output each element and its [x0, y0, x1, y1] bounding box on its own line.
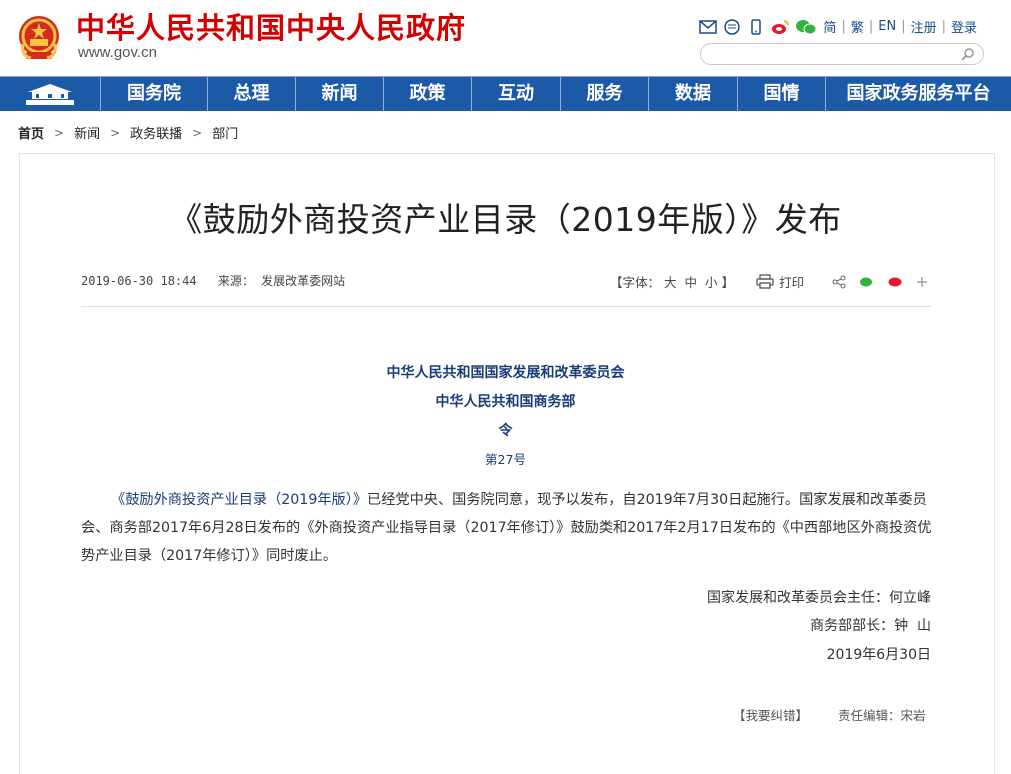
breadcrumb-department[interactable]: 部门	[212, 123, 238, 142]
font-size-label: 【字体：	[610, 275, 661, 290]
signature-ndrc: 国家发展和改革委员会主任：何立峰	[707, 590, 931, 606]
mobile-icon[interactable]	[747, 18, 765, 35]
issuer-mofcom: 中华人民共和国商务部	[435, 394, 576, 410]
font-size-small[interactable]: 小	[705, 275, 718, 290]
nav-premier[interactable]: 总理	[208, 77, 296, 111]
nav-service[interactable]: 服务	[561, 77, 649, 111]
weibo-icon[interactable]	[771, 19, 790, 35]
breadcrumb-home[interactable]: 首页	[18, 123, 44, 142]
nav-guowuyuan[interactable]: 国务院	[101, 77, 208, 111]
site-title[interactable]: 中华人民共和国中央人民政府	[76, 10, 466, 46]
breadcrumb-gov-broadcast[interactable]: 政务联播	[130, 123, 182, 142]
login-link[interactable]: 登录	[951, 17, 977, 36]
search-box	[700, 43, 984, 65]
plus-icon[interactable]	[916, 276, 928, 288]
article-footer: 【我要纠错】 责任编辑：宋岩	[733, 705, 926, 724]
print-button[interactable]: 打印	[756, 272, 804, 291]
issuer-ndrc: 中华人民共和国国家发展和改革委员会	[386, 365, 625, 381]
share-icon[interactable]	[832, 275, 846, 289]
nav-national-info[interactable]: 国情	[738, 77, 826, 111]
search-input[interactable]	[711, 45, 965, 65]
meta-divider	[81, 306, 931, 307]
catalog-link[interactable]: 《鼓励外商投资产业目录（2019年版）》	[111, 492, 367, 508]
chevron-right-icon: >	[110, 125, 121, 140]
font-size-switcher: 【字体：大中小】	[610, 272, 734, 291]
article-meta: 2019-06-30 18:44 来源： 发展改革委网站	[81, 272, 345, 289]
font-size-close: 】	[721, 275, 735, 290]
weibo-share-icon[interactable]	[888, 277, 902, 287]
wechat-icon[interactable]	[795, 19, 817, 35]
register-link[interactable]: 注册	[911, 17, 937, 36]
responsible-editor: 责任编辑：宋岩	[838, 708, 926, 723]
chevron-right-icon: >	[54, 125, 65, 140]
mail-icon[interactable]	[699, 19, 718, 35]
share-bar	[832, 275, 942, 289]
font-size-medium[interactable]: 中	[685, 275, 698, 290]
signature-mofcom: 商务部部长：钟 山	[810, 618, 931, 634]
printer-icon	[756, 274, 774, 289]
site-header: 中华人民共和国中央人民政府 www.gov.cn 简 | 繁 | EN | 注册…	[0, 0, 1011, 76]
breadcrumb: 首页 > 新闻 > 政务联播 > 部门	[18, 123, 238, 143]
nav-home[interactable]	[0, 77, 101, 111]
chat-icon[interactable]	[723, 18, 741, 35]
breadcrumb-news[interactable]: 新闻	[74, 123, 100, 142]
report-error-link[interactable]: 【我要纠错】	[733, 708, 808, 723]
national-emblem-icon[interactable]	[17, 14, 61, 62]
simplified-chinese-link[interactable]: 简	[823, 17, 836, 36]
source-label: 来源：	[217, 274, 254, 288]
search-icon[interactable]	[961, 47, 975, 61]
english-link[interactable]: EN	[878, 19, 896, 34]
order-label: 令	[498, 423, 513, 439]
article-title: 《鼓励外商投资产业目录（2019年版）》发布	[169, 200, 842, 239]
tiananmen-icon	[26, 84, 74, 105]
nav-interaction[interactable]: 互动	[472, 77, 561, 111]
nav-data[interactable]: 数据	[649, 77, 738, 111]
nav-policy[interactable]: 政策	[384, 77, 472, 111]
nav-gov-service-platform[interactable]: 国家政务服务平台	[826, 77, 1011, 111]
order-number: 第27号	[485, 452, 526, 467]
publish-datetime: 2019-06-30 18:44	[81, 274, 197, 288]
print-label: 打印	[779, 275, 805, 290]
main-nav: 国务院 总理 新闻 政策 互动 服务 数据 国情 国家政务服务平台	[0, 76, 1011, 111]
nav-news[interactable]: 新闻	[296, 77, 384, 111]
article-body: 《鼓励外商投资产业目录（2019年版）》已经党中央、国务院同意，现予以发布，自2…	[81, 486, 933, 570]
wechat-share-icon[interactable]	[860, 277, 874, 287]
chevron-right-icon: >	[192, 125, 203, 140]
site-url[interactable]: www.gov.cn	[78, 44, 157, 61]
source-name: 发展改革委网站	[261, 274, 346, 288]
font-size-large[interactable]: 大	[664, 275, 677, 290]
traditional-chinese-link[interactable]: 繁	[851, 17, 864, 36]
article-tools: 【字体：大中小】 打印	[610, 272, 942, 291]
signature-date: 2019年6月30日	[826, 647, 931, 663]
utility-links: 简 | 繁 | EN | 注册 | 登录	[699, 17, 977, 36]
